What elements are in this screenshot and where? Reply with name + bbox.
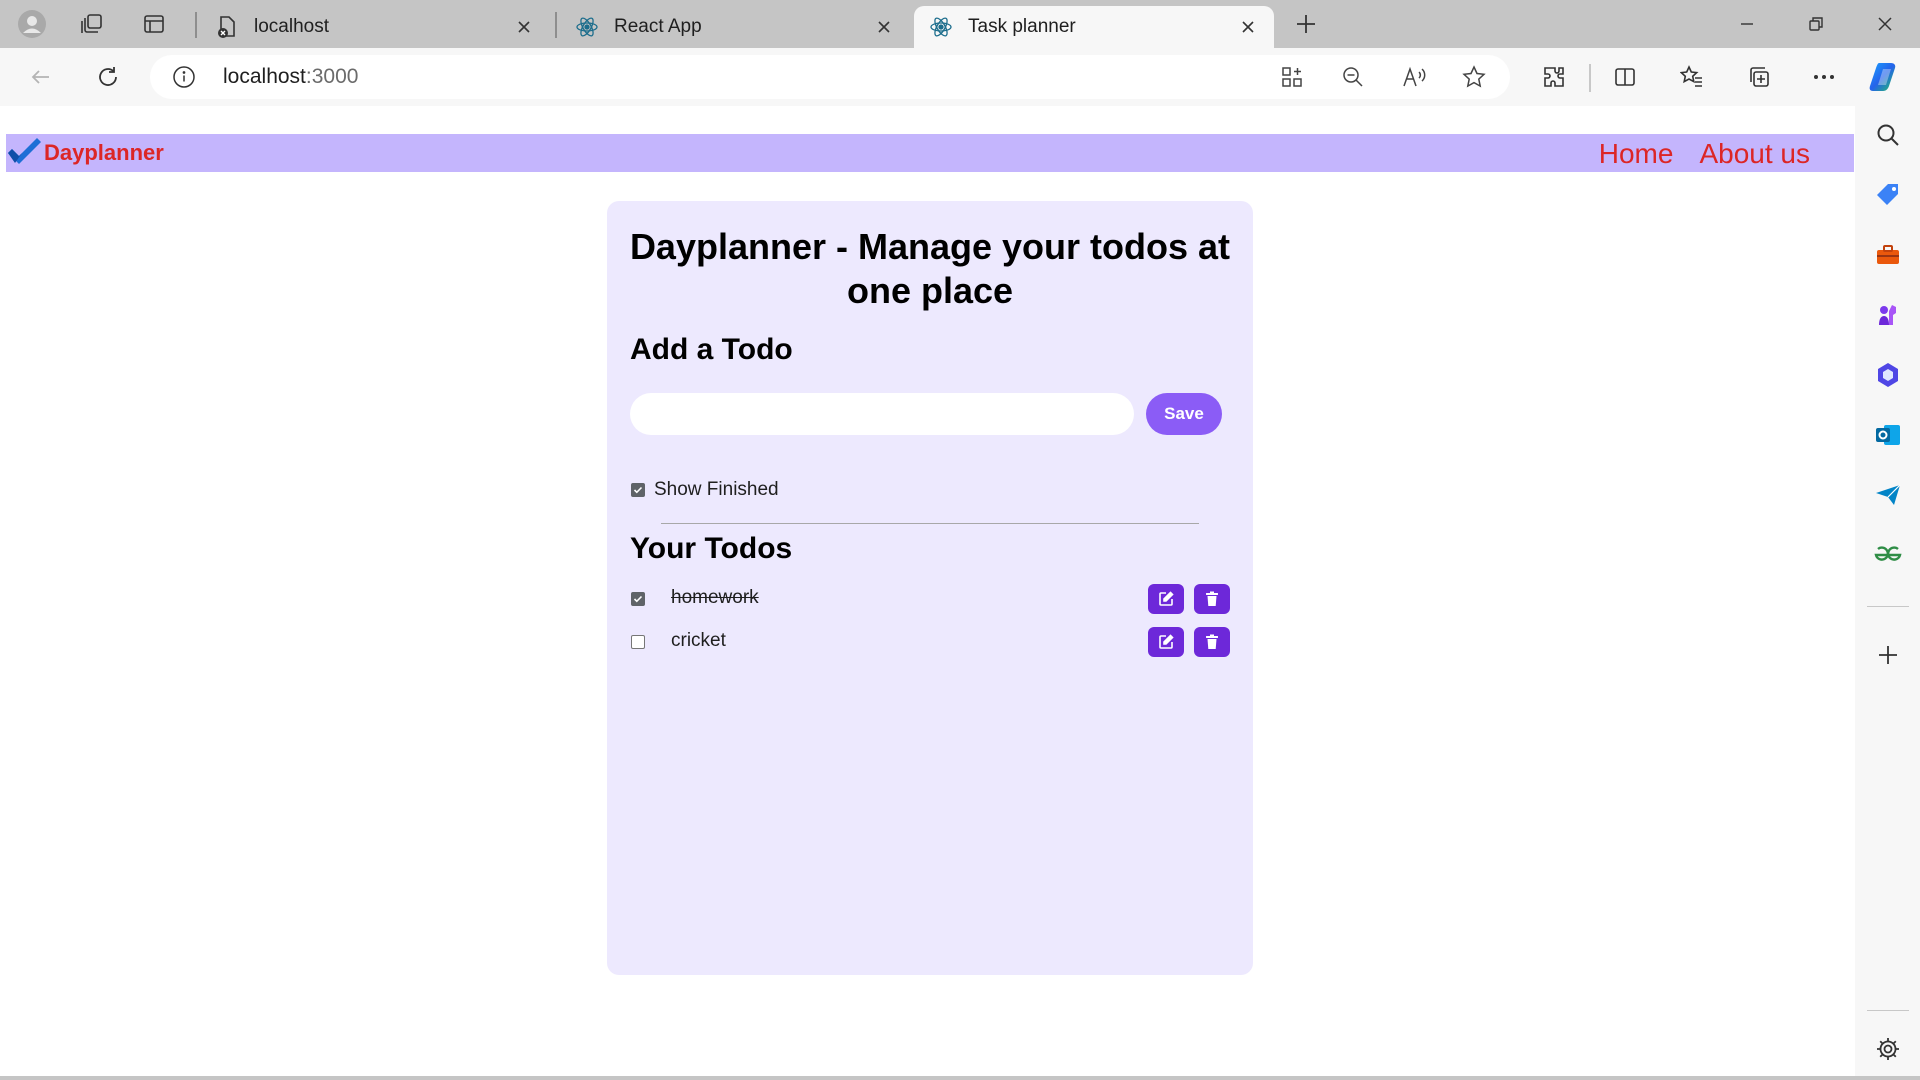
settings-gear-icon[interactable]: [1873, 1034, 1903, 1064]
your-todos-heading: Your Todos: [630, 532, 793, 565]
tools-briefcase-icon[interactable]: [1873, 240, 1903, 270]
react-logo-icon: [928, 14, 954, 40]
checkmark-logo-icon: [8, 138, 41, 164]
sidebar-divider: [1867, 606, 1909, 607]
delete-todo-button[interactable]: [1194, 584, 1230, 614]
close-window-icon[interactable]: [1850, 0, 1920, 48]
nav-home-link[interactable]: Home: [1599, 138, 1674, 170]
todo-complete-checkbox[interactable]: [631, 635, 645, 649]
todo-input[interactable]: [630, 393, 1134, 435]
tab-actions-icon[interactable]: [136, 6, 172, 42]
tab-task-planner[interactable]: Task planner: [914, 6, 1274, 48]
trash-icon: [1206, 634, 1218, 649]
search-icon[interactable]: [1873, 120, 1903, 150]
close-tab-icon[interactable]: [872, 15, 896, 39]
checkmark-icon: [633, 595, 643, 603]
tab-title: localhost: [254, 16, 329, 37]
app-available-icon[interactable]: [1278, 63, 1306, 91]
edit-todo-button[interactable]: [1148, 627, 1184, 657]
url-host: localhost: [223, 65, 306, 88]
refresh-icon[interactable]: [88, 57, 128, 97]
delete-todo-button[interactable]: [1194, 627, 1230, 657]
favorite-star-icon[interactable]: [1460, 63, 1488, 91]
toolbar-divider: [1589, 64, 1591, 92]
page-viewport: Dayplanner Home About us Dayplanner - Ma…: [6, 106, 1854, 1076]
minimize-icon[interactable]: [1712, 0, 1782, 48]
zoom-out-icon[interactable]: [1339, 63, 1367, 91]
add-sidebar-app-icon[interactable]: [1873, 640, 1903, 670]
nav-about-link[interactable]: About us: [1699, 138, 1810, 170]
workspaces-icon[interactable]: [74, 6, 110, 42]
url-port: :3000: [305, 65, 359, 88]
copilot-icon[interactable]: [1866, 57, 1906, 97]
close-tab-icon[interactable]: [512, 15, 536, 39]
edit-icon: [1159, 634, 1174, 649]
edit-todo-button[interactable]: [1148, 584, 1184, 614]
nav-links: Home About us: [1599, 136, 1810, 172]
address-bar[interactable]: localhost:3000: [150, 55, 1510, 99]
add-todo-heading: Add a Todo: [630, 333, 793, 366]
close-tab-icon[interactable]: [1236, 15, 1260, 39]
page-error-icon: [214, 14, 240, 40]
favorites-icon[interactable]: [1672, 57, 1712, 97]
outlook-icon[interactable]: [1873, 420, 1903, 450]
todo-complete-checkbox[interactable]: [631, 592, 645, 606]
read-aloud-icon[interactable]: [1400, 63, 1428, 91]
brand[interactable]: Dayplanner: [6, 136, 164, 170]
split-screen-icon[interactable]: [1605, 57, 1645, 97]
send-icon[interactable]: [1873, 480, 1903, 510]
page-title: Dayplanner - Manage your todos at one pl…: [629, 226, 1231, 311]
site-info-icon[interactable]: [172, 65, 196, 89]
checkmark-icon: [633, 486, 643, 494]
back-arrow-icon[interactable]: [21, 57, 61, 97]
tab-separator: [555, 12, 557, 38]
tab-localhost[interactable]: localhost: [200, 6, 550, 48]
address-url: localhost:3000: [223, 65, 358, 89]
todo-text: cricket: [671, 630, 726, 651]
new-tab-icon[interactable]: [1288, 6, 1324, 42]
save-button[interactable]: Save: [1146, 393, 1222, 435]
divider: [661, 523, 1199, 524]
tab-strip: localhost React App Task planner: [0, 0, 1920, 48]
tab-title: Task planner: [968, 16, 1076, 37]
tab-react-app[interactable]: React App: [560, 6, 910, 48]
brand-name: Dayplanner: [44, 140, 164, 165]
extensions-icon[interactable]: [1534, 57, 1574, 97]
restore-icon[interactable]: [1781, 0, 1851, 48]
tab-separator: [195, 12, 197, 38]
todo-text: homework: [671, 587, 759, 608]
collections-icon[interactable]: [1739, 57, 1779, 97]
react-logo-icon: [574, 14, 600, 40]
profile-avatar-icon[interactable]: [14, 6, 50, 42]
sidebar-divider: [1867, 1010, 1909, 1011]
shopping-tag-icon[interactable]: [1873, 180, 1903, 210]
more-options-icon[interactable]: [1804, 57, 1844, 97]
show-finished-checkbox[interactable]: [631, 483, 645, 497]
trash-icon: [1206, 591, 1218, 606]
geeksforgeeks-icon[interactable]: [1873, 540, 1903, 570]
window-bottom-edge: [0, 1076, 1920, 1080]
edit-icon: [1159, 591, 1174, 606]
microsoft-365-icon[interactable]: [1873, 360, 1903, 390]
navbar: Dayplanner Home About us: [6, 134, 1854, 172]
todo-card: Dayplanner - Manage your todos at one pl…: [607, 201, 1253, 975]
edge-sidebar: [1855, 106, 1920, 1080]
tab-title: React App: [614, 16, 702, 37]
games-chess-icon[interactable]: [1873, 300, 1903, 330]
show-finished-label: Show Finished: [654, 479, 779, 500]
